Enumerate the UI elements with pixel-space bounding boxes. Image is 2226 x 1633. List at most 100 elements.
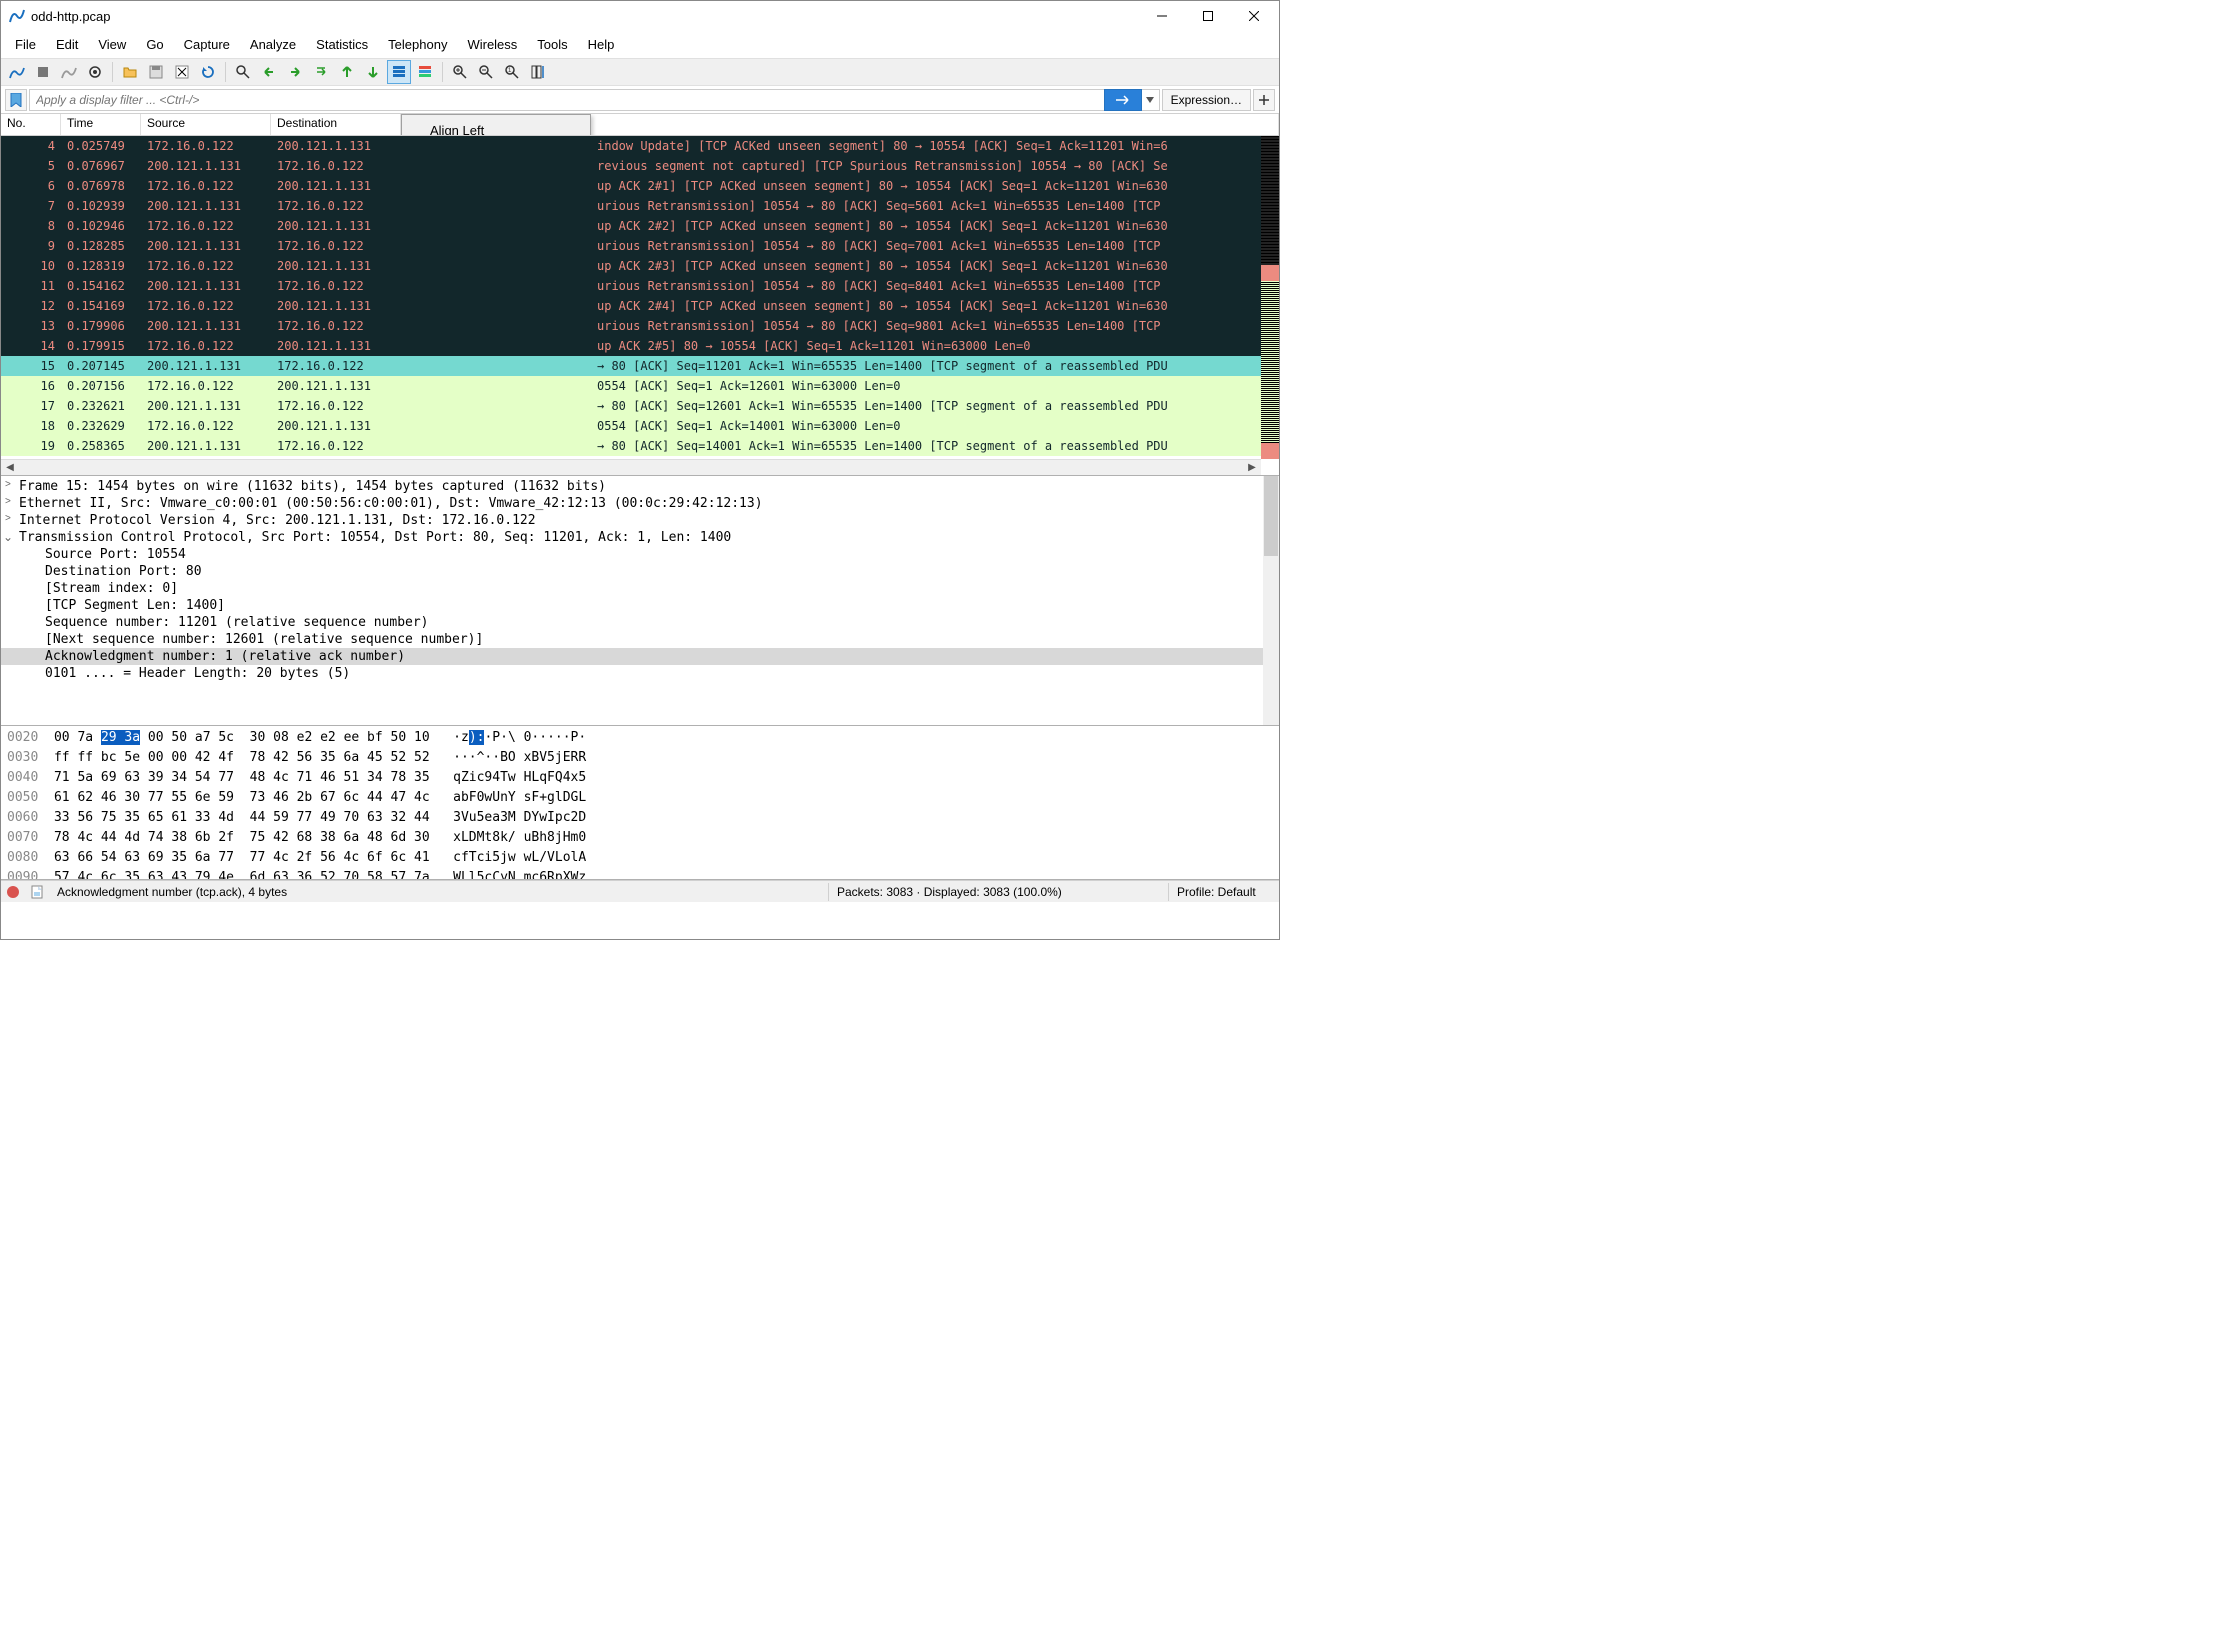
packet-row[interactable]: 180.232629172.16.0.122200.121.1.1310554 … [1,416,1261,436]
tree-frame[interactable]: Frame 15: 1454 bytes on wire (11632 bits… [1,478,1279,495]
toolbar: 1 [1,58,1279,86]
packet-row[interactable]: 170.232621200.121.1.131172.16.0.122→ 80 … [1,396,1261,416]
go-forward-icon[interactable] [283,60,307,84]
title-bar: odd-http.pcap [1,1,1279,31]
reload-icon[interactable] [196,60,220,84]
open-file-icon[interactable] [118,60,142,84]
packet-row[interactable]: 190.258365200.121.1.131172.16.0.122→ 80 … [1,436,1261,456]
packet-row[interactable]: 130.179906200.121.1.131172.16.0.122uriou… [1,316,1261,336]
packet-row[interactable]: 140.179915172.16.0.122200.121.1.131up AC… [1,336,1261,356]
stop-capture-icon[interactable] [31,60,55,84]
packet-list-hscrollbar[interactable]: ◀▶ [1,459,1261,475]
close-button[interactable] [1231,1,1277,31]
packet-row[interactable]: 90.128285200.121.1.131172.16.0.122urious… [1,236,1261,256]
hex-line[interactable]: 0040 71 5a 69 63 39 34 54 77 48 4c 71 46… [7,768,1273,788]
menu-analyze[interactable]: Analyze [240,33,306,56]
menu-statistics[interactable]: Statistics [306,33,378,56]
hex-line[interactable]: 0090 57 4c 6c 35 63 43 79 4e 6d 63 36 52… [7,868,1273,880]
menu-go[interactable]: Go [136,33,173,56]
start-capture-icon[interactable] [5,60,29,84]
tree-tcp-seglen[interactable]: [TCP Segment Len: 1400] [1,597,1279,614]
colorize-icon[interactable] [413,60,437,84]
go-to-packet-icon[interactable] [309,60,333,84]
menu-align-left[interactable]: Align Left [402,119,590,135]
tree-tcp-srcport[interactable]: Source Port: 10554 [1,546,1279,563]
packet-row[interactable]: 120.154169172.16.0.122200.121.1.131up AC… [1,296,1261,316]
display-filter-input[interactable] [29,89,1105,111]
auto-scroll-icon[interactable] [387,60,411,84]
menu-edit[interactable]: Edit [46,33,88,56]
column-header-time[interactable]: Time [61,114,141,135]
menu-bar: File Edit View Go Capture Analyze Statis… [1,31,1279,58]
go-back-icon[interactable] [257,60,281,84]
hex-line[interactable]: 0020 00 7a 29 3a 00 50 a7 5c 30 08 e2 e2… [7,728,1273,748]
column-header-destination[interactable]: Destination [271,114,401,135]
minimize-button[interactable] [1139,1,1185,31]
menu-telephony[interactable]: Telephony [378,33,457,56]
packet-bytes-pane[interactable]: 0020 00 7a 29 3a 00 50 a7 5c 30 08 e2 e2… [1,726,1279,880]
capture-file-properties-icon[interactable] [25,885,49,899]
column-header-no[interactable]: No. [1,114,61,135]
packet-row[interactable]: 160.207156172.16.0.122200.121.1.1310554 … [1,376,1261,396]
maximize-button[interactable] [1185,1,1231,31]
column-header-source[interactable]: Source [141,114,271,135]
tree-tcp-nextseq[interactable]: [Next sequence number: 12601 (relative s… [1,631,1279,648]
apply-filter-button[interactable] [1104,89,1142,111]
tree-ip[interactable]: Internet Protocol Version 4, Src: 200.12… [1,512,1279,529]
hex-line[interactable]: 0080 63 66 54 63 69 35 6a 77 77 4c 2f 56… [7,848,1273,868]
hex-line[interactable]: 0050 61 62 46 30 77 55 6e 59 73 46 2b 67… [7,788,1273,808]
tree-tcp-seq[interactable]: Sequence number: 11201 (relative sequenc… [1,614,1279,631]
hex-line[interactable]: 0070 78 4c 44 4d 74 38 6b 2f 75 42 68 38… [7,828,1273,848]
add-filter-button[interactable] [1253,89,1275,111]
expert-info-icon[interactable] [1,885,25,899]
tree-tcp-hdrlen[interactable]: 0101 .... = Header Length: 20 bytes (5) [1,665,1279,682]
status-profile[interactable]: Profile: Default [1169,883,1279,901]
menu-help[interactable]: Help [578,33,625,56]
status-bar: Acknowledgment number (tcp.ack), 4 bytes… [1,880,1279,902]
menu-wireless[interactable]: Wireless [457,33,527,56]
packet-row[interactable]: 60.076978172.16.0.122200.121.1.131up ACK… [1,176,1261,196]
column-context-menu: Align Left Align Center Align Right Colu… [401,114,591,135]
tree-tcp-ack[interactable]: Acknowledgment number: 1 (relative ack n… [1,648,1279,665]
menu-view[interactable]: View [88,33,136,56]
menu-capture[interactable]: Capture [174,33,240,56]
packet-row[interactable]: 70.102939200.121.1.131172.16.0.122urious… [1,196,1261,216]
filter-history-dropdown[interactable] [1142,89,1160,111]
packet-row[interactable]: 100.128319172.16.0.122200.121.1.131up AC… [1,256,1261,276]
app-icon [9,8,25,24]
zoom-in-icon[interactable] [448,60,472,84]
restart-capture-icon[interactable] [57,60,81,84]
zoom-out-icon[interactable] [474,60,498,84]
details-vscrollbar[interactable] [1263,476,1279,725]
go-to-first-icon[interactable] [335,60,359,84]
expression-button[interactable]: Expression… [1162,89,1251,111]
packet-minimap[interactable] [1261,136,1279,459]
go-to-last-icon[interactable] [361,60,385,84]
save-file-icon[interactable] [144,60,168,84]
tree-tcp-stream[interactable]: [Stream index: 0] [1,580,1279,597]
close-file-icon[interactable] [170,60,194,84]
packet-row[interactable]: 150.207145200.121.1.131172.16.0.122→ 80 … [1,356,1261,376]
packet-row[interactable]: 40.025749172.16.0.122200.121.1.131indow … [1,136,1261,156]
toolbar-separator [112,62,113,82]
packet-details-pane[interactable]: Frame 15: 1454 bytes on wire (11632 bits… [1,476,1279,726]
tree-tcp-dstport[interactable]: Destination Port: 80 [1,563,1279,580]
bookmark-icon[interactable] [5,89,27,111]
status-field: Acknowledgment number (tcp.ack), 4 bytes [49,883,829,901]
find-packet-icon[interactable] [231,60,255,84]
resize-columns-icon[interactable] [526,60,550,84]
packet-row[interactable]: 50.076967200.121.1.131172.16.0.122reviou… [1,156,1261,176]
capture-options-icon[interactable] [83,60,107,84]
tree-ethernet[interactable]: Ethernet II, Src: Vmware_c0:00:01 (00:50… [1,495,1279,512]
column-header-area[interactable]: Align Left Align Center Align Right Colu… [401,114,1279,135]
packet-list-body[interactable]: 40.025749172.16.0.122200.121.1.131indow … [1,136,1279,475]
packet-row[interactable]: 80.102946172.16.0.122200.121.1.131up ACK… [1,216,1261,236]
packet-list-pane: No. Time Source Destination Align Left A… [1,114,1279,476]
menu-file[interactable]: File [5,33,46,56]
hex-line[interactable]: 0060 33 56 75 35 65 61 33 4d 44 59 77 49… [7,808,1273,828]
hex-line[interactable]: 0030 ff ff bc 5e 00 00 42 4f 78 42 56 35… [7,748,1273,768]
menu-tools[interactable]: Tools [527,33,577,56]
tree-tcp[interactable]: Transmission Control Protocol, Src Port:… [1,529,1279,546]
packet-row[interactable]: 110.154162200.121.1.131172.16.0.122uriou… [1,276,1261,296]
zoom-reset-icon[interactable]: 1 [500,60,524,84]
